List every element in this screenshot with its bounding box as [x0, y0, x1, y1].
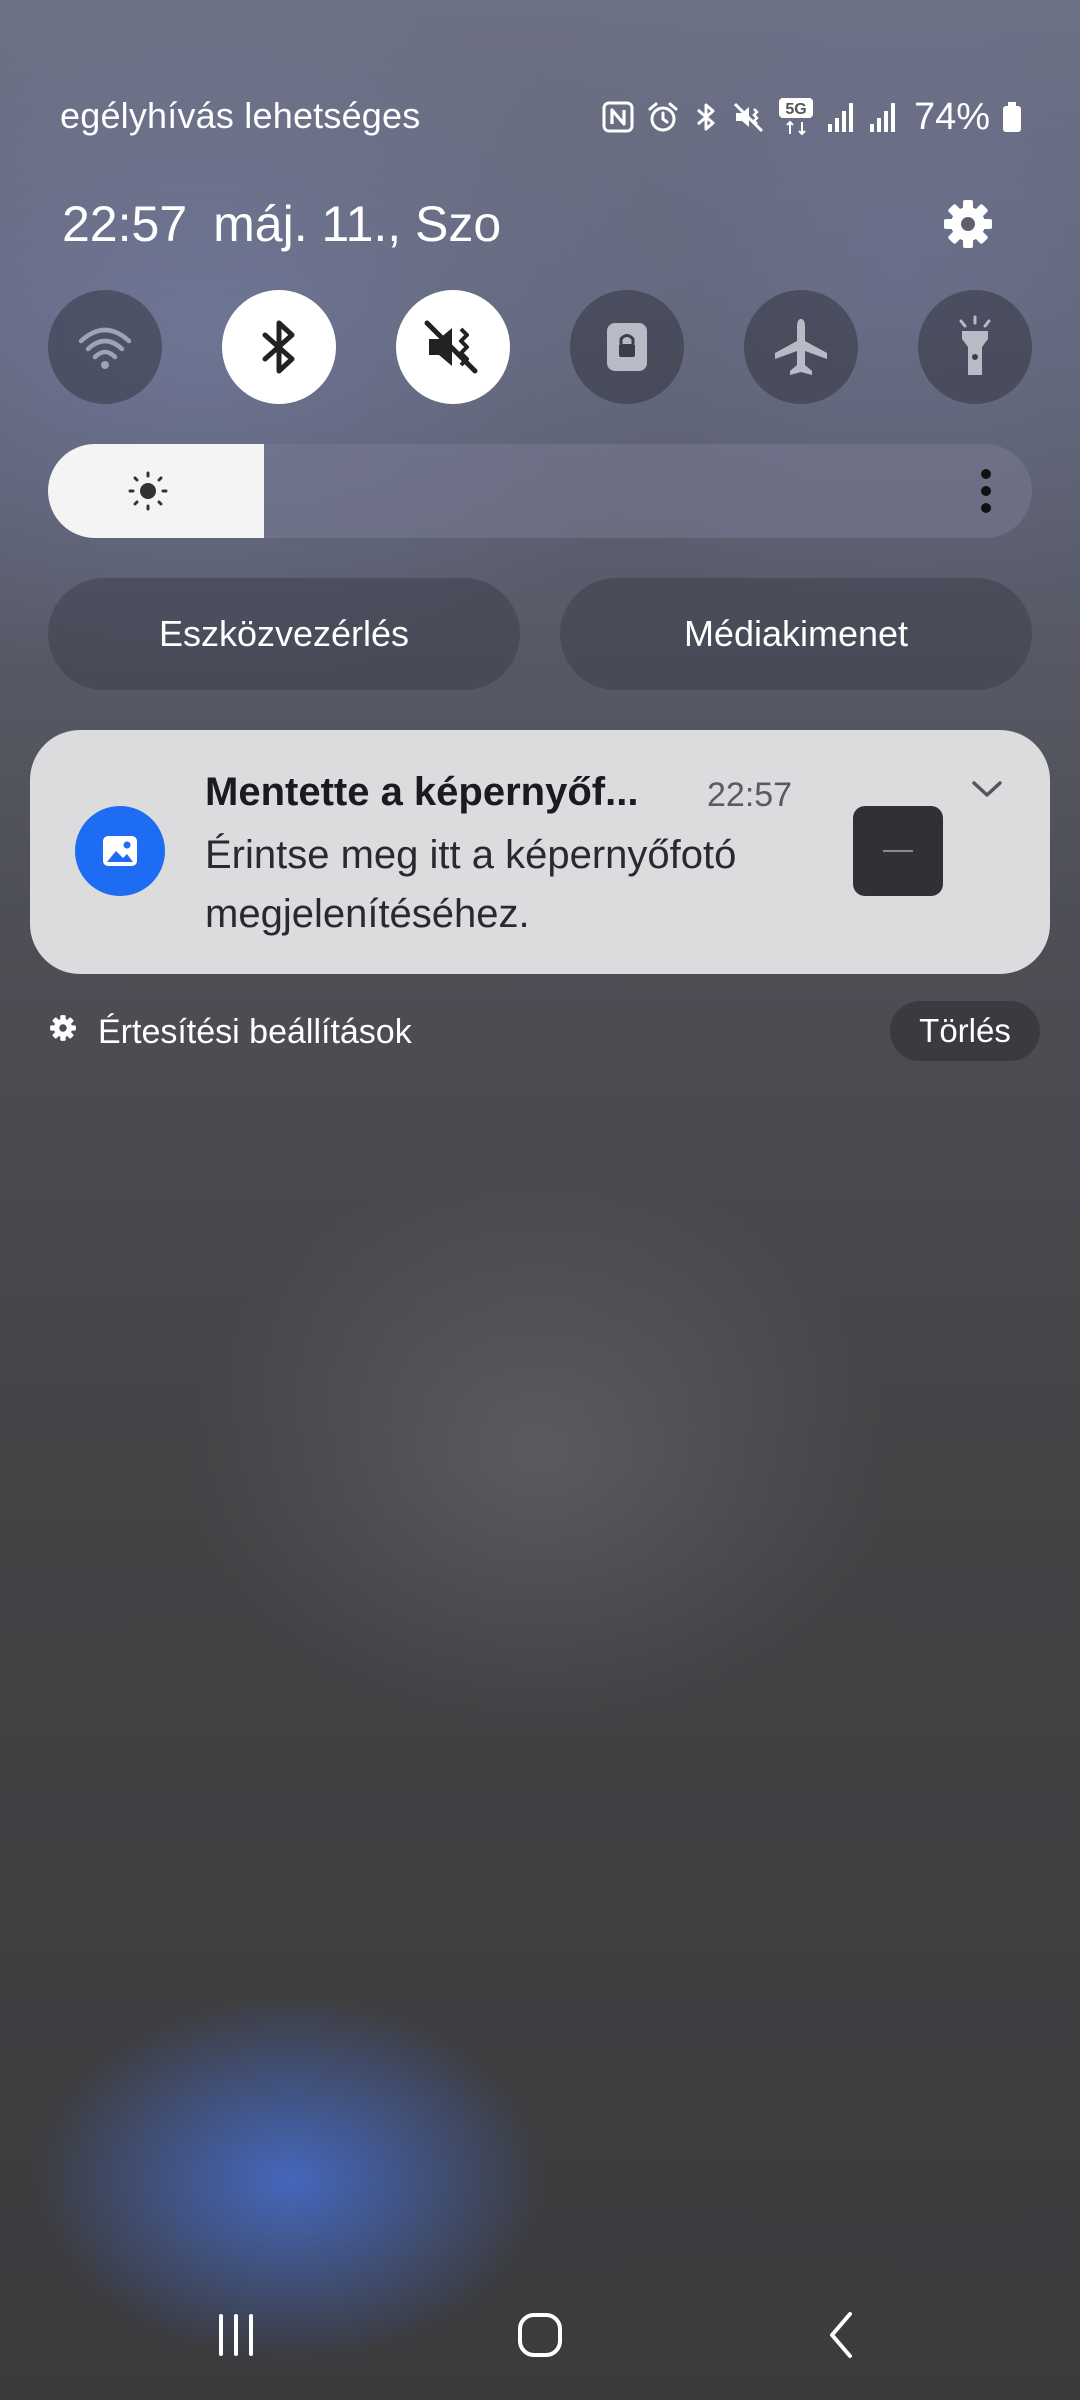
home-icon[interactable] [500, 2300, 580, 2370]
alarm-icon [646, 100, 680, 134]
flashlight-icon [959, 315, 991, 375]
screenshot-notification-card[interactable]: Mentette a képernyőf... 22:57 Érintse me… [30, 730, 1050, 974]
airplane-icon [775, 319, 827, 375]
brightness-slider[interactable] [48, 444, 1032, 538]
more-options-icon[interactable] [980, 468, 992, 519]
mute-vibrate-icon [424, 320, 478, 374]
gallery-image-icon [75, 806, 165, 896]
thumbnail-detail [883, 850, 913, 852]
status-ticker-text: egélyhívás lehetséges [60, 95, 421, 136]
rotation-lock-toggle[interactable] [570, 290, 684, 404]
notification-settings-link[interactable]: Értesítési beállítások [48, 1008, 412, 1056]
screenshot-thumbnail[interactable] [853, 806, 943, 896]
signal-icon [868, 100, 898, 134]
gear-icon [48, 1013, 78, 1052]
wifi-toggle[interactable] [48, 290, 162, 404]
back-icon[interactable] [802, 2300, 882, 2370]
battery-percent: 74% [913, 95, 990, 138]
notification-settings-label: Értesítési beállítások [98, 1012, 412, 1051]
notification-body: Érintse meg itt a képernyőfotó megjelení… [205, 833, 737, 936]
svg-text:5G: 5G [785, 101, 806, 118]
flashlight-toggle[interactable] [918, 290, 1032, 404]
mute-vibrate-icon [732, 100, 766, 134]
signal-icon [826, 100, 856, 134]
brightness-sun-icon [128, 471, 168, 516]
clock-time[interactable]: 22:57 [62, 195, 187, 253]
notification-title: Mentette a képernyőf... [205, 770, 639, 814]
nfc-icon [602, 101, 634, 133]
battery-icon [1002, 101, 1022, 133]
date-time-row: 22:57 máj. 11., Szo [62, 195, 501, 253]
recent-apps-icon[interactable] [196, 2300, 276, 2370]
bluetooth-icon [262, 320, 295, 374]
status-bar: egélyhívás lehetséges 5G 74% [0, 0, 1080, 150]
wifi-icon [78, 327, 132, 369]
bluetooth-icon [692, 100, 720, 134]
airplane-mode-toggle[interactable] [744, 290, 858, 404]
settings-gear-icon[interactable] [940, 196, 996, 252]
5g-icon: 5G [778, 97, 814, 137]
navigation-bar [0, 2290, 1080, 2380]
status-icons: 5G 74% [602, 92, 1022, 142]
bluetooth-toggle[interactable] [222, 290, 336, 404]
quick-settings-toggles [48, 290, 1032, 404]
date-label[interactable]: máj. 11., Szo [213, 195, 501, 253]
media-output-button[interactable]: Médiakimenet [560, 578, 1032, 690]
chevron-down-icon[interactable] [970, 778, 1004, 805]
notification-time: 22:57 [707, 776, 793, 814]
device-control-button[interactable]: Eszközvezérlés [48, 578, 520, 690]
rotation-lock-icon [607, 323, 647, 371]
sound-mode-toggle[interactable] [396, 290, 510, 404]
clear-all-button[interactable]: Törlés [890, 1001, 1040, 1061]
